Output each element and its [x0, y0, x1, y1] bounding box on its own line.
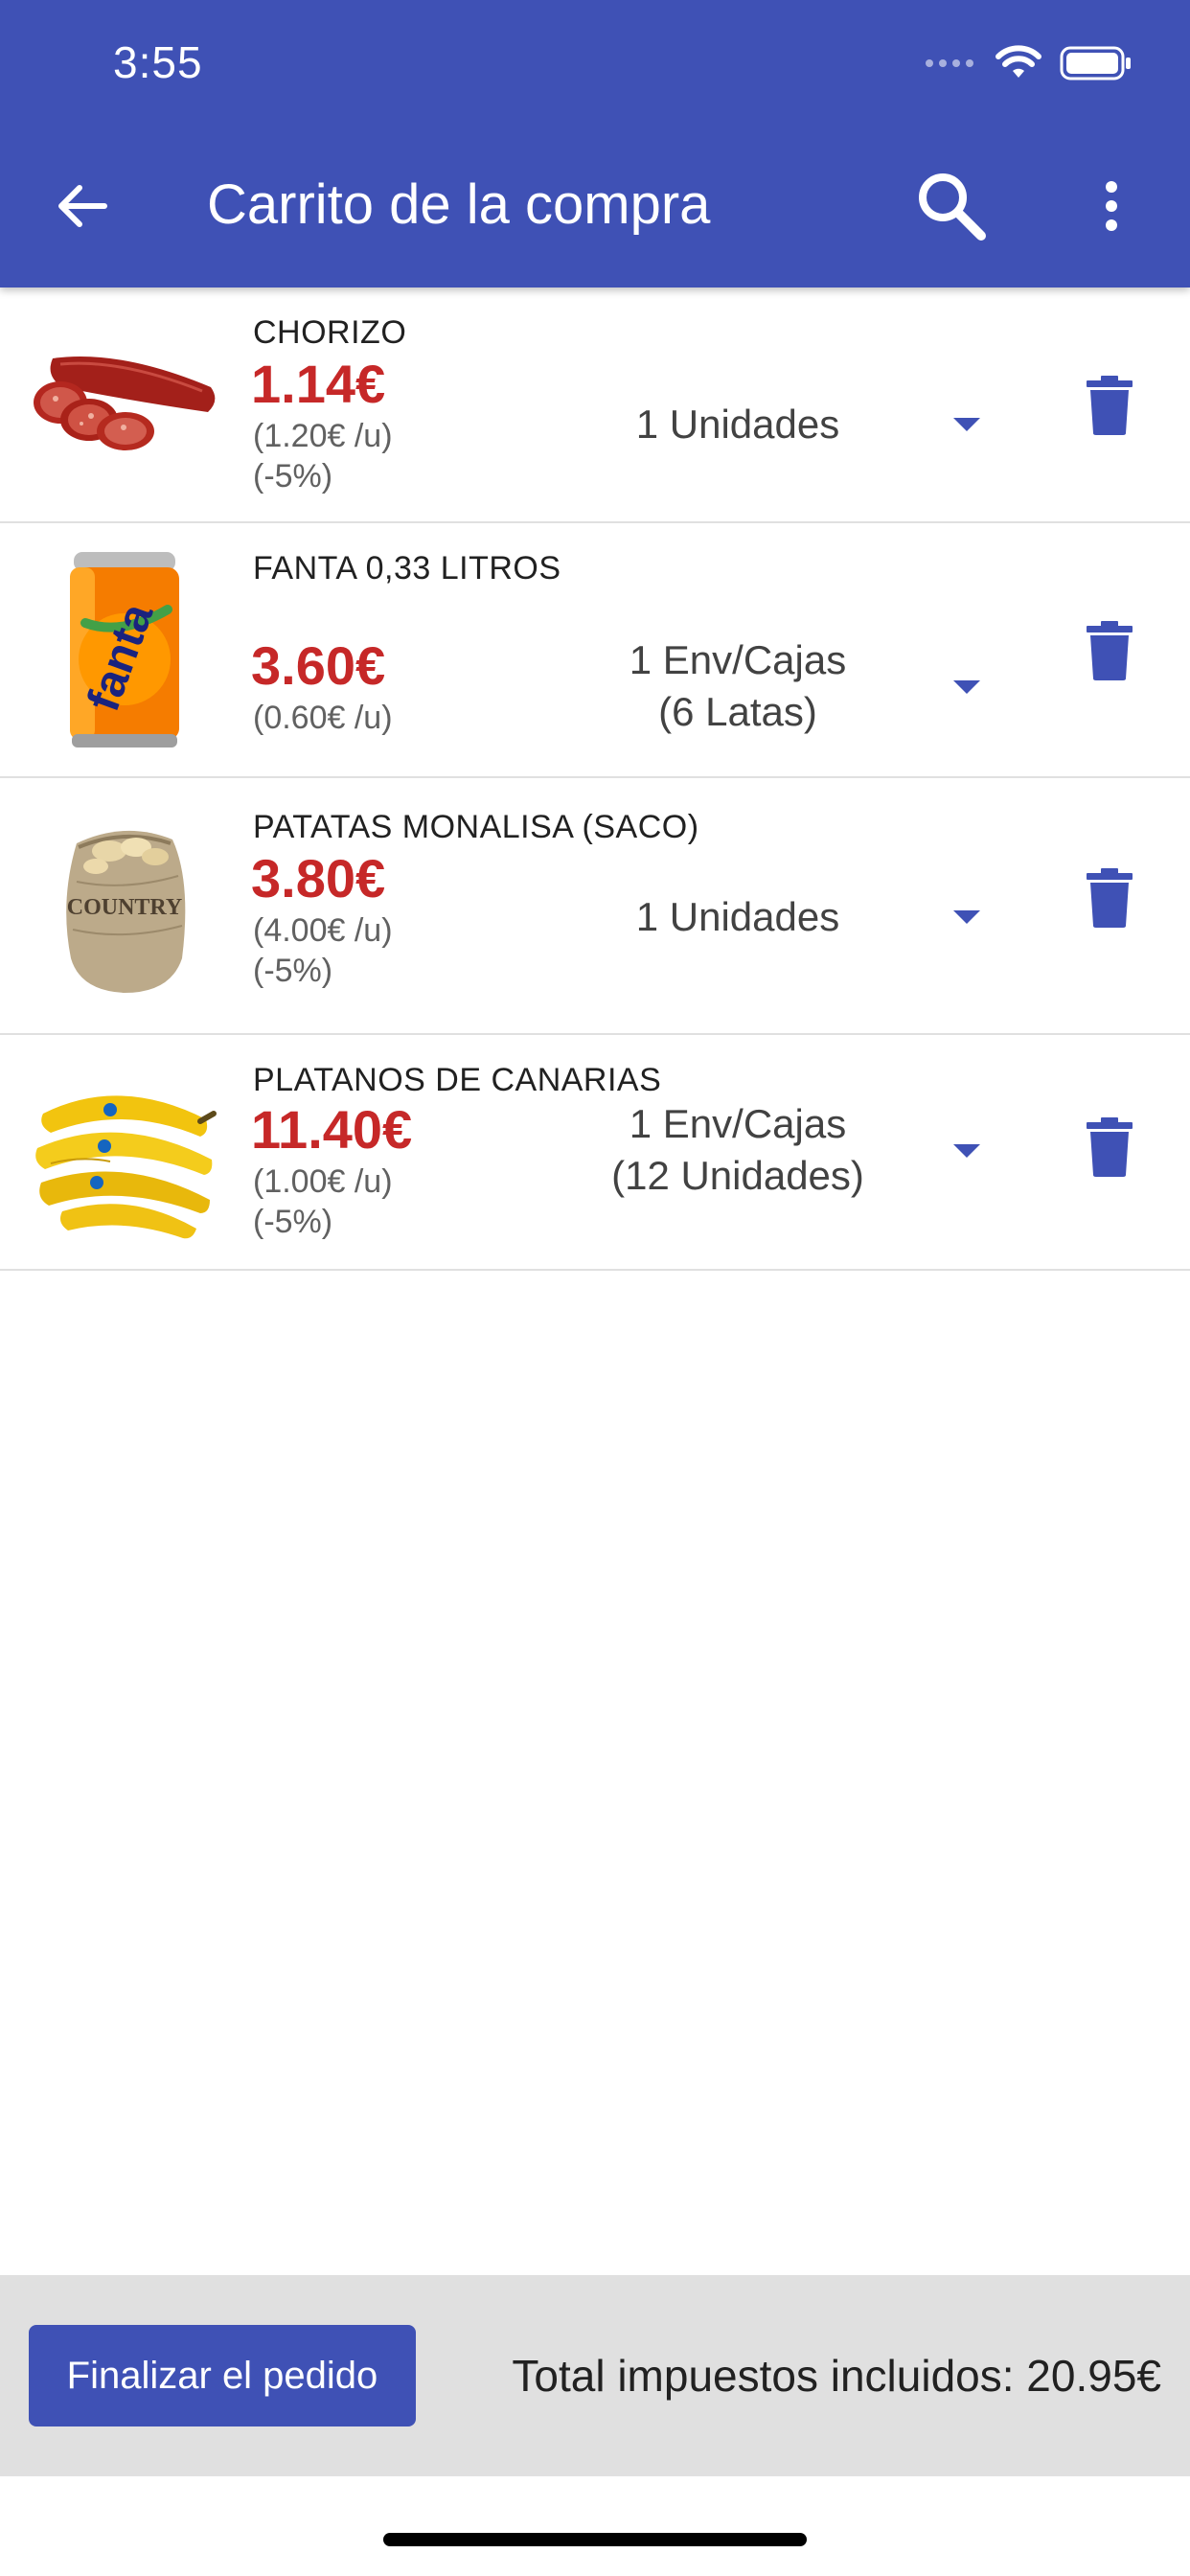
quantity-line: 1 Env/Cajas — [629, 1101, 847, 1146]
delete-icon[interactable] — [1085, 1117, 1134, 1177]
cart-item: COUNTRY PATATAS MONALISA (SACO) 3.80€ (4… — [0, 778, 1190, 1035]
bananas-image — [19, 1054, 230, 1246]
item-price: 3.60€ — [251, 635, 386, 696]
more-vertical-icon — [1106, 181, 1117, 231]
delete-icon[interactable] — [1085, 376, 1134, 435]
quantity-value: 1 Env/Cajas (12 Unidades) — [556, 1098, 920, 1202]
quantity-select[interactable]: 1 Env/Cajas (6 Latas) — [556, 632, 1016, 740]
dropdown-arrow-icon — [953, 680, 980, 694]
dropdown-arrow-icon — [953, 418, 980, 431]
quantity-line: 1 Unidades — [635, 402, 840, 447]
quantity-select[interactable]: 1 Unidades — [556, 391, 1016, 458]
item-unit-price: (0.60€ /u) — [253, 700, 393, 736]
total-label: Total impuestos incluidos: 20.95€ — [512, 2351, 1161, 2401]
quantity-value: 1 Unidades — [556, 399, 920, 450]
item-discount: (-5%) — [253, 1204, 333, 1240]
app-header: 3:55 Carrito de la compra — [0, 0, 1190, 288]
item-price: 1.14€ — [251, 354, 386, 414]
fanta-can-image: fanta — [19, 544, 230, 755]
item-discount: (-5%) — [253, 458, 333, 494]
cart-item: PLATANOS DE CANARIAS 11.40€ (1.00€ /u) (… — [0, 1035, 1190, 1271]
more-options-button[interactable] — [1083, 172, 1140, 240]
battery-icon — [1060, 46, 1131, 80]
cart-item: fanta FANTA 0,33 LITROS 3.60€ (0.60€ /u)… — [0, 523, 1190, 778]
status-time: 3:55 — [113, 37, 203, 87]
quantity-value: 1 Unidades — [556, 891, 920, 943]
item-price: 11.40€ — [251, 1099, 413, 1160]
item-unit-price: (1.20€ /u) — [253, 418, 393, 454]
cart-item: CHORIZO 1.14€ (1.20€ /u) (-5%) 1 Unidade… — [0, 288, 1190, 523]
delete-icon[interactable] — [1085, 868, 1134, 928]
checkout-bar: Finalizar el pedido Total impuestos incl… — [0, 2275, 1190, 2476]
page-title: Carrito de la compra — [207, 173, 711, 236]
item-unit-price: (4.00€ /u) — [253, 912, 393, 949]
back-arrow-icon — [58, 185, 107, 227]
sack-label: COUNTRY — [67, 895, 183, 920]
item-name: PATATAS MONALISA (SACO) — [253, 809, 699, 845]
quantity-line: (12 Unidades) — [611, 1153, 864, 1198]
item-unit-price: (1.00€ /u) — [253, 1163, 393, 1200]
item-name: FANTA 0,33 LITROS — [253, 550, 561, 586]
chorizo-image — [19, 322, 230, 466]
search-icon — [919, 173, 986, 241]
home-indicator[interactable] — [383, 2533, 807, 2546]
potato-sack-image: COUNTRY — [19, 813, 230, 1000]
item-discount: (-5%) — [253, 953, 333, 989]
signal-icon — [926, 59, 973, 67]
quantity-line: (6 Latas) — [658, 689, 817, 734]
item-name: PLATANOS DE CANARIAS — [253, 1062, 662, 1098]
search-button[interactable] — [910, 165, 991, 245]
item-price: 3.80€ — [251, 848, 386, 908]
checkout-button[interactable]: Finalizar el pedido — [29, 2325, 416, 2426]
dropdown-arrow-icon — [953, 910, 980, 924]
quantity-select[interactable]: 1 Unidades — [556, 884, 1016, 951]
wifi-icon — [995, 45, 1041, 78]
status-icons — [924, 42, 1133, 84]
quantity-value: 1 Env/Cajas (6 Latas) — [556, 634, 920, 738]
item-name: CHORIZO — [253, 314, 407, 351]
quantity-line: 1 Env/Cajas — [629, 637, 847, 682]
back-button[interactable] — [48, 172, 115, 240]
quantity-line: 1 Unidades — [635, 894, 840, 939]
quantity-select[interactable]: 1 Env/Cajas (12 Unidades) — [556, 1096, 1016, 1204]
cart-list: CHORIZO 1.14€ (1.20€ /u) (-5%) 1 Unidade… — [0, 288, 1190, 1271]
delete-icon[interactable] — [1085, 621, 1134, 680]
dropdown-arrow-icon — [953, 1144, 980, 1158]
